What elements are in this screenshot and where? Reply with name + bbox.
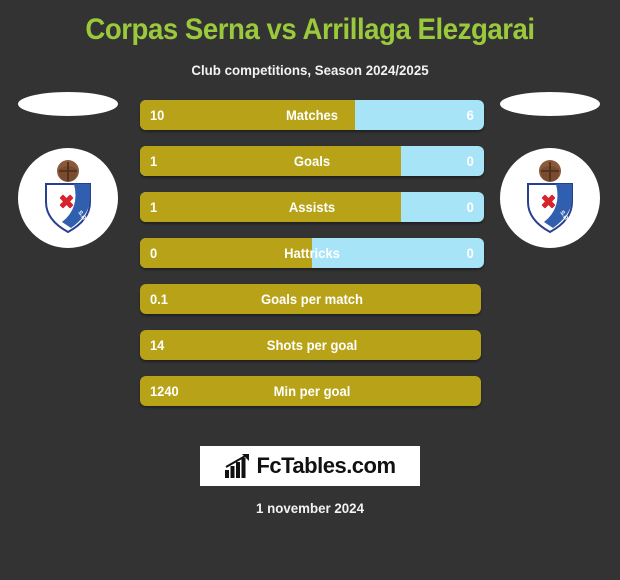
bar-chart-icon <box>225 454 250 478</box>
stat-rows: 10 Matches 6 1 Goals 0 1 Assists 0 0 Hattricks 0 0.1… <box>140 100 484 422</box>
stat-row: 1 Assists 0 <box>140 192 484 222</box>
stat-away-value: 0 <box>466 199 474 215</box>
stat-row: 10 Matches 6 <box>140 100 484 130</box>
stat-away-value: 0 <box>466 153 474 169</box>
home-team-badge: S.D. EIBAR <box>18 92 118 248</box>
stat-label: Goals per match <box>260 291 364 307</box>
stat-row: 1 Goals 0 <box>140 146 484 176</box>
page-title: Corpas Serna vs Arrillaga Elezgarai <box>85 13 535 46</box>
away-badge-top-ellipse <box>500 92 600 116</box>
stat-label: Min per goal <box>273 383 351 399</box>
stat-label: Shots per goal <box>266 337 358 353</box>
stat-row: 0 Hattricks 0 <box>140 238 484 268</box>
away-team-badge: S.D. EIBAR <box>500 92 600 248</box>
home-badge-circle: S.D. EIBAR <box>18 148 118 248</box>
stat-row: 1240 Min per goal <box>140 376 484 406</box>
page-subtitle: Club competitions, Season 2024/2025 <box>191 62 429 78</box>
stat-label: Goals <box>293 153 331 169</box>
fctables-logo-text: FcTables.com <box>256 453 396 478</box>
sd-eibar-crest-icon: S.D. EIBAR <box>45 160 96 236</box>
home-badge-top-ellipse <box>18 92 118 116</box>
report-date: 1 november 2024 <box>256 500 364 516</box>
stat-label: Assists <box>288 199 336 215</box>
stat-row: 0.1 Goals per match <box>140 284 484 314</box>
sd-eibar-crest-icon: S.D. EIBAR <box>527 160 578 236</box>
fctables-logo[interactable]: FcTables.com <box>200 446 420 486</box>
stat-label: Matches <box>285 107 339 123</box>
stat-label: Hattricks <box>284 245 340 261</box>
stat-away-value: 6 <box>466 107 474 123</box>
stat-row: 14 Shots per goal <box>140 330 484 360</box>
comparison-stage: S.D. EIBAR S.D. EIBAR 10 Matches 6 1 Goa… <box>0 92 620 430</box>
stat-away-value: 0 <box>466 245 474 261</box>
away-badge-circle: S.D. EIBAR <box>500 148 600 248</box>
